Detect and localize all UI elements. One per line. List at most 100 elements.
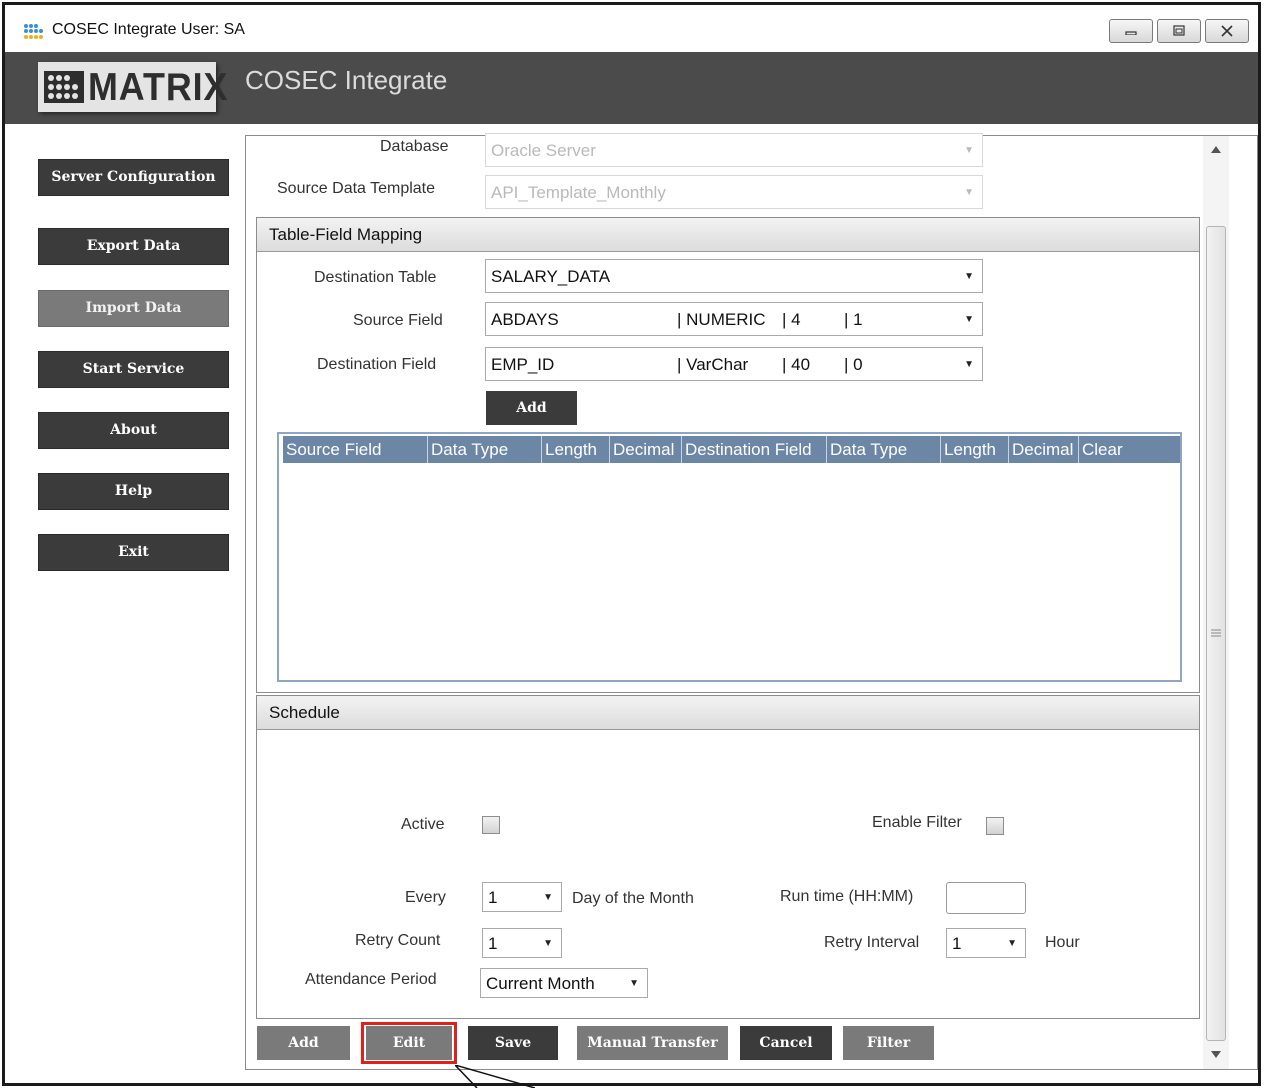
callout-pointer-icon bbox=[455, 1065, 535, 1088]
column-source-field[interactable]: Source Field bbox=[283, 436, 428, 463]
manual-transfer-button[interactable]: Manual Transfer bbox=[577, 1026, 728, 1060]
scroll-thumb[interactable] bbox=[1206, 226, 1226, 1041]
minimize-button[interactable] bbox=[1109, 19, 1153, 43]
chevron-down-icon: ▼ bbox=[1007, 938, 1017, 949]
schedule-title: Schedule bbox=[269, 703, 340, 722]
import-data-panel: Database Oracle Server ▼ Source Data Tem… bbox=[245, 133, 1258, 1070]
app-title: COSEC Integrate bbox=[245, 65, 448, 95]
source-field-decimal: | 1 bbox=[844, 310, 863, 329]
table-field-mapping-group: Table-Field Mapping Destination Table SA… bbox=[256, 217, 1200, 693]
attendance-period-label: Attendance Period bbox=[305, 971, 437, 988]
destination-field-select[interactable]: EMP_ID | VarChar | 40 | 0 ▼ bbox=[485, 347, 983, 381]
chevron-down-icon: ▼ bbox=[964, 271, 974, 282]
column-dest-decimal[interactable]: Decimal bbox=[1009, 436, 1079, 463]
sidebar-item-exit[interactable]: Exit bbox=[38, 534, 229, 571]
minimize-icon bbox=[1125, 31, 1137, 35]
every-value: 1 bbox=[488, 888, 498, 907]
template-select: API_Template_Monthly ▼ bbox=[485, 175, 983, 209]
destination-table-label: Destination Table bbox=[314, 269, 437, 286]
source-field-select[interactable]: ABDAYS | NUMERIC | 4 | 1 ▼ bbox=[485, 302, 983, 336]
add-button[interactable]: Add bbox=[257, 1026, 350, 1060]
column-dest-length[interactable]: Length bbox=[941, 436, 1009, 463]
chevron-down-icon: ▼ bbox=[964, 359, 974, 370]
run-time-label: Run time (HH:MM) bbox=[780, 888, 914, 905]
destination-field-length: | 40 bbox=[782, 355, 811, 374]
save-button[interactable]: Save bbox=[468, 1026, 558, 1060]
column-clear[interactable]: Clear bbox=[1079, 436, 1179, 463]
destination-table-value: SALARY_DATA bbox=[491, 267, 611, 286]
source-field-length: | 4 bbox=[782, 310, 801, 329]
scroll-up-icon[interactable] bbox=[1211, 146, 1221, 153]
column-length[interactable]: Length bbox=[542, 436, 610, 463]
edit-button-highlight bbox=[361, 1022, 457, 1064]
retry-interval-label: Retry Interval bbox=[824, 934, 920, 951]
scroll-down-icon[interactable] bbox=[1211, 1051, 1221, 1058]
close-icon bbox=[1221, 25, 1233, 37]
source-field-name: ABDAYS bbox=[491, 310, 559, 329]
mapping-grid-header: Source Field Data Type Length Decimal De… bbox=[283, 436, 1180, 463]
logo-text: MATRIX bbox=[88, 66, 229, 109]
template-value: API_Template_Monthly bbox=[491, 183, 666, 202]
destination-field-type: | VarChar bbox=[677, 355, 749, 374]
close-button[interactable] bbox=[1205, 19, 1249, 43]
database-value: Oracle Server bbox=[491, 141, 596, 160]
retry-interval-value: 1 bbox=[952, 934, 962, 953]
column-data-type[interactable]: Data Type bbox=[428, 436, 542, 463]
retry-count-label: Retry Count bbox=[355, 932, 441, 949]
window-title: COSEC Integrate User: SA bbox=[52, 21, 245, 38]
sidebar-item-import-data[interactable]: Import Data bbox=[38, 290, 229, 327]
sidebar-item-server-configuration[interactable]: Server Configuration bbox=[38, 159, 229, 196]
vertical-scrollbar[interactable] bbox=[1203, 136, 1229, 1069]
cancel-button[interactable]: Cancel bbox=[740, 1026, 832, 1060]
template-label: Source Data Template bbox=[277, 180, 436, 197]
retry-count-select[interactable]: 1 ▼ bbox=[482, 928, 562, 958]
hour-label: Hour bbox=[1045, 934, 1080, 951]
filter-button[interactable]: Filter bbox=[843, 1026, 934, 1060]
title-bar: COSEC Integrate User: SA bbox=[5, 5, 1258, 47]
matrix-logo: MATRIX bbox=[38, 62, 227, 112]
sidebar-item-export-data[interactable]: Export Data bbox=[38, 228, 229, 265]
active-label: Active bbox=[401, 816, 445, 833]
every-select[interactable]: 1 ▼ bbox=[482, 882, 562, 912]
active-checkbox[interactable] bbox=[482, 816, 500, 834]
every-label: Every bbox=[405, 889, 446, 906]
chevron-down-icon: ▼ bbox=[964, 187, 974, 198]
column-decimal[interactable]: Decimal bbox=[610, 436, 682, 463]
mapping-grid: Source Field Data Type Length Decimal De… bbox=[277, 432, 1182, 682]
table-field-mapping-title: Table-Field Mapping bbox=[269, 225, 423, 244]
attendance-period-select[interactable]: Current Month ▼ bbox=[480, 968, 648, 998]
maximize-button[interactable] bbox=[1157, 19, 1201, 43]
app-header: MATRIX COSEC Integrate bbox=[5, 52, 1258, 124]
sidebar-item-about[interactable]: About bbox=[38, 412, 229, 449]
enable-filter-checkbox[interactable] bbox=[986, 817, 1004, 835]
table-field-mapping-header: Table-Field Mapping bbox=[257, 218, 1199, 252]
retry-count-value: 1 bbox=[488, 934, 498, 953]
column-dest-data-type[interactable]: Data Type bbox=[827, 436, 941, 463]
logo-dots-icon bbox=[44, 71, 84, 103]
run-time-input[interactable] bbox=[946, 882, 1026, 914]
day-of-month-label: Day of the Month bbox=[572, 890, 694, 907]
restore-icon bbox=[1173, 25, 1185, 36]
schedule-group: Schedule Active Enable Filter Every 1 ▼ … bbox=[256, 695, 1200, 1019]
add-mapping-button[interactable]: Add bbox=[486, 391, 577, 425]
app-window: COSEC Integrate User: SA MATRIX COSEC In… bbox=[2, 2, 1261, 1086]
chevron-down-icon: ▼ bbox=[964, 145, 974, 156]
schedule-header: Schedule bbox=[257, 696, 1199, 730]
sidebar-item-start-service[interactable]: Start Service bbox=[38, 351, 229, 388]
column-destination-field[interactable]: Destination Field bbox=[682, 436, 827, 463]
sidebar-item-help[interactable]: Help bbox=[38, 473, 229, 510]
database-select: Oracle Server ▼ bbox=[485, 133, 983, 167]
source-field-label: Source Field bbox=[353, 312, 443, 329]
attendance-period-value: Current Month bbox=[486, 974, 595, 993]
retry-interval-select[interactable]: 1 ▼ bbox=[946, 928, 1026, 958]
source-field-type: | NUMERIC bbox=[677, 310, 766, 329]
chevron-down-icon: ▼ bbox=[629, 978, 639, 989]
destination-table-select[interactable]: SALARY_DATA ▼ bbox=[485, 259, 983, 293]
destination-field-label: Destination Field bbox=[317, 356, 437, 373]
chevron-down-icon: ▼ bbox=[543, 892, 553, 903]
grip-icon bbox=[1211, 629, 1221, 637]
destination-field-decimal: | 0 bbox=[844, 355, 863, 374]
app-icon bbox=[24, 24, 43, 39]
enable-filter-label: Enable Filter bbox=[872, 814, 962, 831]
destination-field-name: EMP_ID bbox=[491, 355, 555, 374]
